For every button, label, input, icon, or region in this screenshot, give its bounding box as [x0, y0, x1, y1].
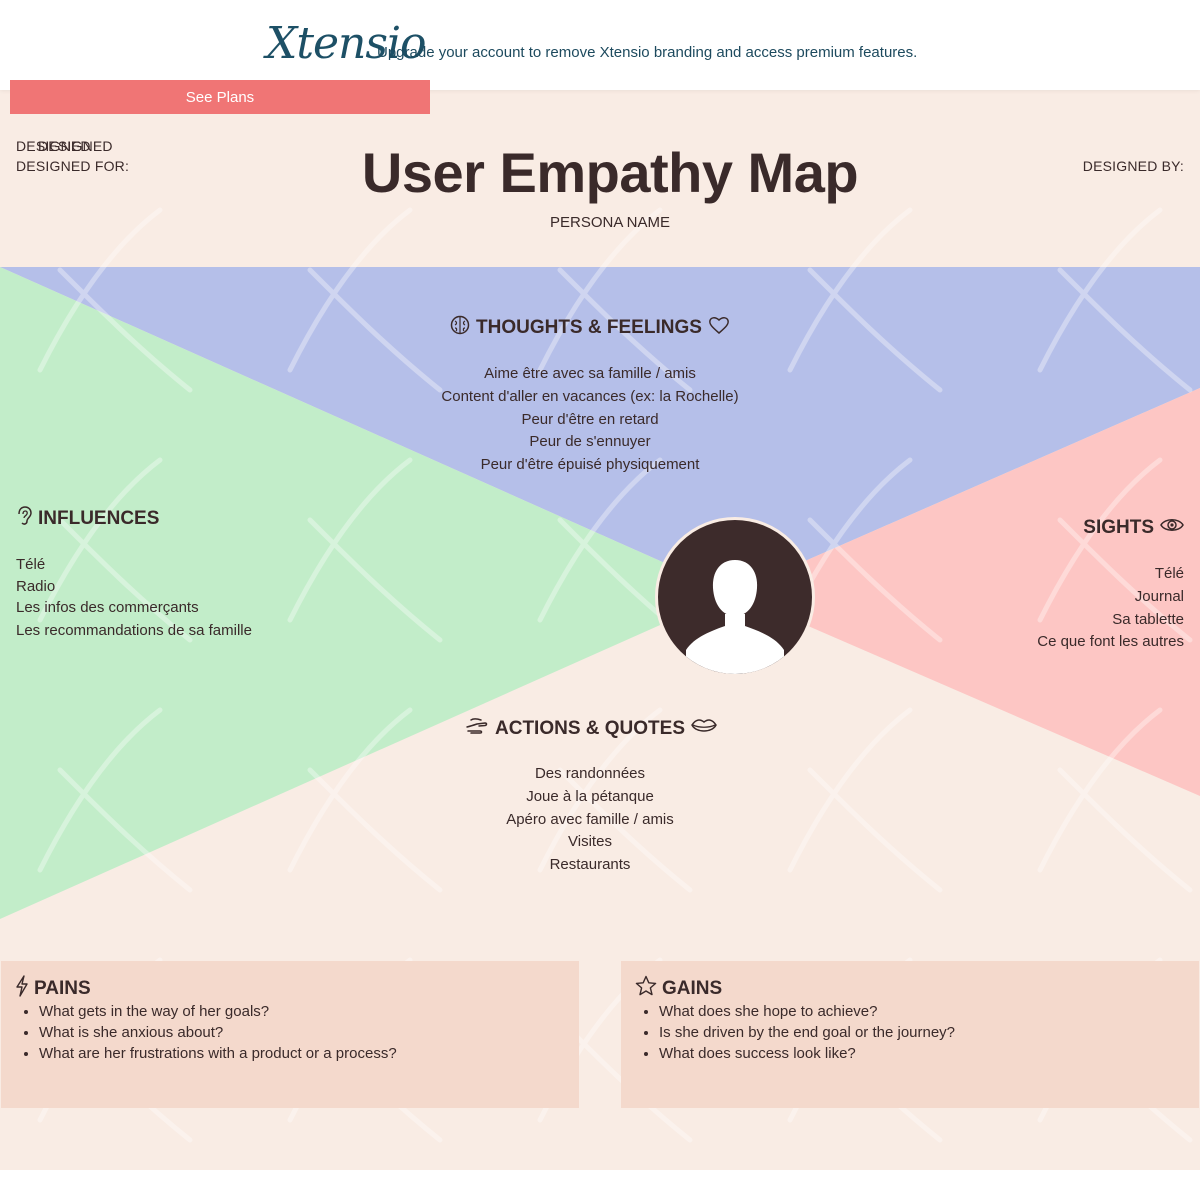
gains-panel: GAINS What does she hope to achieve? Is …	[621, 961, 1199, 1108]
lightning-icon	[15, 975, 29, 1003]
list-item[interactable]: Visites	[440, 831, 740, 854]
list-item[interactable]: Les recommandations de sa famille	[16, 620, 252, 642]
list-item[interactable]: What is she anxious about?	[39, 1022, 397, 1043]
eye-icon	[1160, 516, 1184, 540]
thoughts-feelings-title: THOUGHTS & FEELINGS	[450, 315, 730, 341]
list-item[interactable]: Restaurants	[440, 854, 740, 877]
list-item[interactable]: What does she hope to achieve?	[659, 1001, 955, 1022]
gains-title: GAINS	[635, 975, 722, 1003]
influences-list: Télé Radio Les infos des commerçants Les…	[16, 554, 252, 641]
pains-title: PAINS	[15, 975, 91, 1003]
pains-panel: PAINS What gets in the way of her goals?…	[1, 961, 579, 1108]
list-item[interactable]: Des randonnées	[440, 763, 740, 786]
star-icon	[635, 975, 657, 1003]
sights-label[interactable]: SIGHTS	[1083, 517, 1154, 539]
lips-icon	[691, 717, 717, 741]
list-item[interactable]: Télé	[16, 554, 252, 576]
list-item[interactable]: Peur de s'ennuyer	[390, 431, 790, 454]
list-item[interactable]: Joue à la pétanque	[440, 786, 740, 809]
heart-icon	[708, 315, 730, 341]
list-item[interactable]: Peur d'être en retard	[390, 409, 790, 432]
page-footer-space	[0, 1170, 1200, 1200]
list-item[interactable]: Ce que font les autres	[1037, 631, 1184, 654]
influences-label[interactable]: INFLUENCES	[38, 508, 159, 530]
thoughts-feelings-label[interactable]: THOUGHTS & FEELINGS	[476, 317, 702, 339]
actions-quotes-title: ACTIONS & QUOTES	[465, 716, 717, 742]
actions-quotes-label[interactable]: ACTIONS & QUOTES	[495, 718, 685, 740]
list-item[interactable]: Apéro avec famille / amis	[440, 809, 740, 832]
list-item[interactable]: What gets in the way of her goals?	[39, 1001, 397, 1022]
list-item[interactable]: What are her frustrations with a product…	[39, 1043, 397, 1064]
thoughts-list: Aime être avec sa famille / amis Content…	[390, 363, 790, 477]
page-title[interactable]: User Empathy Map	[0, 140, 1200, 205]
list-item[interactable]: Les infos des commerçants	[16, 597, 252, 619]
ear-icon	[16, 506, 32, 532]
list-item[interactable]: Radio	[16, 576, 252, 598]
list-item[interactable]: Télé	[1037, 563, 1184, 586]
list-item[interactable]: Sa tablette	[1037, 609, 1184, 632]
persona-name[interactable]: PERSONA NAME	[0, 214, 1200, 231]
list-item[interactable]: Peur d'être épuisé physiquement	[390, 454, 790, 477]
hand-icon	[465, 716, 489, 742]
actions-list: Des randonnées Joue à la pétanque Apéro …	[440, 763, 740, 877]
list-item[interactable]: Content d'aller en vacances (ex: la Roch…	[390, 386, 790, 409]
list-item[interactable]: What does success look like?	[659, 1043, 955, 1064]
upgrade-banner: Xtensio Upgrade your account to remove X…	[0, 0, 1200, 90]
see-plans-button[interactable]: See Plans	[10, 80, 430, 114]
person-silhouette-icon	[686, 560, 784, 674]
list-item[interactable]: Is she driven by the end goal or the jou…	[659, 1022, 955, 1043]
gains-label[interactable]: GAINS	[662, 978, 722, 1000]
avatar[interactable]	[655, 517, 815, 677]
influences-title: INFLUENCES	[16, 506, 159, 532]
list-item[interactable]: Journal	[1037, 586, 1184, 609]
empathy-map-canvas: DESIGNED DESIGNED DESIGNED FOR: DESIGNED…	[0, 90, 1200, 1170]
list-item[interactable]: Aime être avec sa famille / amis	[390, 363, 790, 386]
brain-icon	[450, 315, 470, 341]
pains-list: What gets in the way of her goals? What …	[19, 1001, 397, 1064]
pains-label[interactable]: PAINS	[34, 978, 91, 1000]
gains-list: What does she hope to achieve? Is she dr…	[639, 1001, 955, 1064]
upgrade-message: Upgrade your account to remove Xtensio b…	[377, 44, 918, 61]
sights-title: SIGHTS	[1083, 516, 1184, 540]
sights-list: Télé Journal Sa tablette Ce que font les…	[1037, 563, 1184, 654]
